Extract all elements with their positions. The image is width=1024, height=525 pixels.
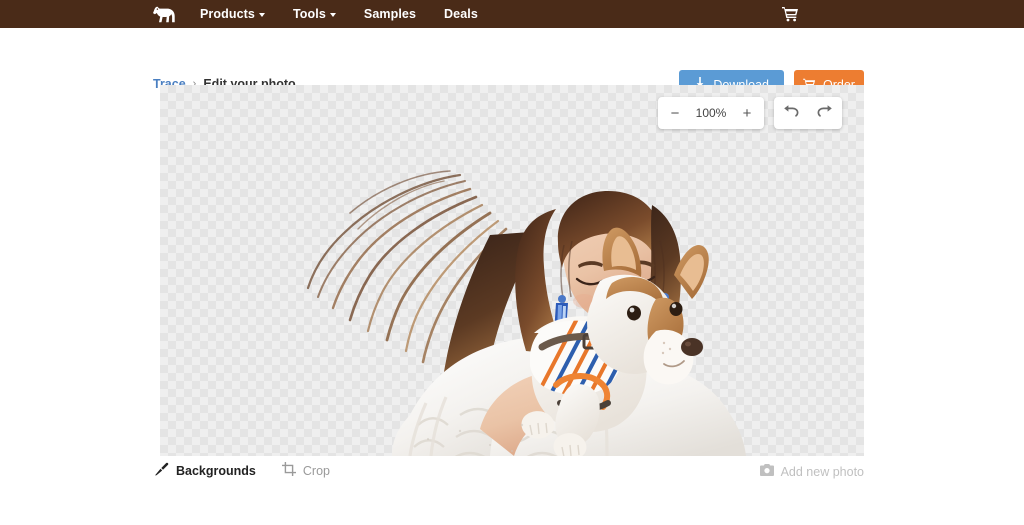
page-subheader: Trace › Edit your photo Download Orde [0, 28, 1024, 100]
chevron-down-icon [329, 13, 336, 17]
add-new-photo-button[interactable]: Add new photo [759, 464, 864, 479]
history-control-group [774, 97, 842, 129]
zoom-control-group: − 100% + [658, 97, 764, 129]
undo-arrow-icon [783, 104, 799, 122]
chevron-down-icon [258, 13, 265, 17]
zoom-in-button[interactable]: + [730, 97, 764, 129]
add-new-photo-label: Add new photo [780, 464, 864, 479]
tool-backgrounds-label: Backgrounds [176, 463, 256, 478]
nav-item-deals[interactable]: Deals [444, 7, 478, 21]
editor-bottom-toolbar: Backgrounds Crop Add new photo [0, 462, 1024, 492]
horse-logo-icon[interactable] [152, 4, 178, 24]
top-navigation-bar: Products Tools Samples Deals [0, 0, 1024, 28]
photo-editor-canvas[interactable]: − 100% + [160, 85, 864, 456]
nav-item-products-label: Products [200, 7, 255, 21]
shopping-cart-icon[interactable] [782, 6, 799, 22]
photo-subject-image [306, 170, 746, 456]
nav-item-samples-label: Samples [363, 7, 417, 21]
nav-item-deals-label: Deals [444, 7, 478, 21]
brush-icon [155, 462, 169, 479]
nav-item-samples[interactable]: Samples [364, 7, 416, 21]
tool-crop[interactable]: Crop [281, 462, 330, 479]
nav-item-products[interactable]: Products [200, 7, 265, 21]
nav-item-tools-label: Tools [292, 7, 326, 21]
canvas-floating-toolbar: − 100% + [658, 97, 842, 129]
redo-button[interactable] [808, 97, 842, 129]
tool-backgrounds[interactable]: Backgrounds [155, 462, 256, 479]
tool-crop-label: Crop [302, 463, 330, 478]
redo-arrow-icon [817, 104, 833, 122]
zoom-out-button[interactable]: − [658, 97, 692, 129]
crop-icon [281, 462, 296, 479]
editor-tool-list: Backgrounds Crop [155, 462, 330, 479]
undo-button[interactable] [774, 97, 808, 129]
zoom-level-label: 100% [695, 106, 727, 120]
nav-item-tools[interactable]: Tools [293, 7, 336, 21]
camera-icon [759, 464, 774, 479]
